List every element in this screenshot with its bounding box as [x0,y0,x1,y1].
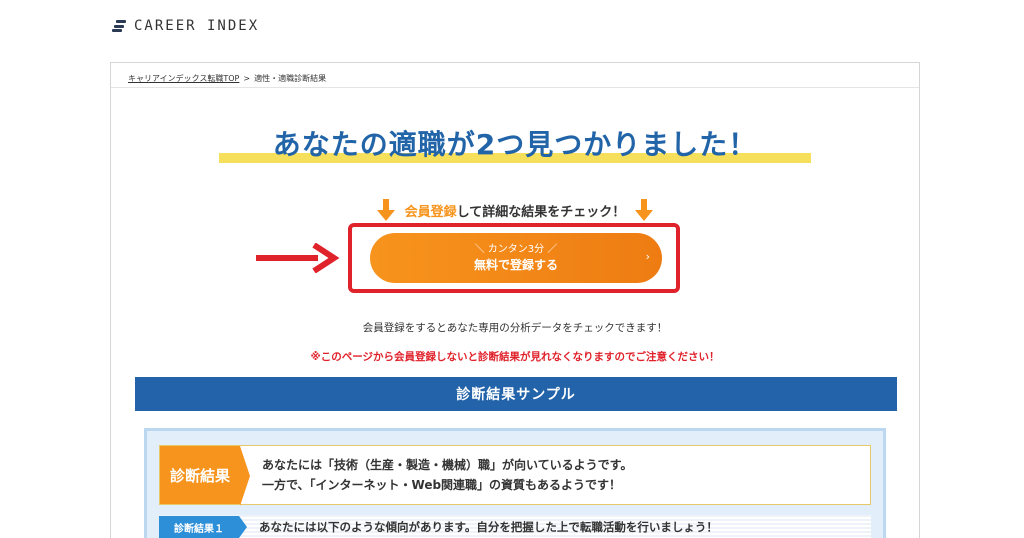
result-text: あなたには「技術（生産・製造・機械）職」が向いているようです。 一方で、「インタ… [240,446,632,504]
cta-accent: 会員登録 [404,204,457,220]
career-index-logo-icon [112,20,126,32]
breadcrumb-separator: > [243,74,251,83]
result-line-2: 一方で、「インターネット・Web関連職」の資質もあるようです！ [262,478,622,492]
result-line-1: あなたには「技術（生産・製造・機械）職」が向いているようです。 [262,458,633,472]
site-logo[interactable]: CAREER INDEX [112,18,259,34]
warning-text: ※このページから会員登録しないと診断結果が見れなくなりますのでご注意ください！ [310,351,720,363]
register-highlight-frame: ＼ カンタン3分 ／ 無料で登録する › [348,223,680,293]
cta-line: 会員登録して詳細な結果をチェック！ [111,199,919,221]
right-arrow-icon [256,243,340,273]
result-row-tag: 診断結果１ [159,516,247,538]
sample-result-card: 診断結果 あなたには「技術（生産・製造・機械）職」が向いているようです。 一方で… [159,445,871,506]
breadcrumb-current: 適性・適職診断結果 [254,74,327,83]
result-row-text: あなたには以下のような傾向があります。自分を把握した上で転職活動を行いましょう！ [259,520,718,534]
breadcrumb-home-link[interactable]: キャリアインデックス転職TOP [128,73,239,84]
sample-result-box: 診断結果 あなたには「技術（生産・製造・機械）職」が向いているようです。 一方で… [144,428,886,538]
page-title: あなたの適職が2つ見つかりました！ [272,128,758,161]
breadcrumb-divider [111,87,919,88]
info-text: 会員登録をするとあなた専用の分析データをチェックできます！ [362,322,668,334]
sample-title-bar: 診断結果サンプル [135,377,897,411]
register-sub-label: ＼ カンタン3分 ／ [474,244,558,255]
breadcrumb: キャリアインデックス転職TOP > 適性・適職診断結果 [128,73,326,84]
logo-text: CAREER INDEX [134,18,260,34]
chevron-right-icon: › [645,250,650,263]
down-arrow-icon [635,199,654,221]
cta-rest: して詳細な結果をチェック！ [456,204,626,220]
cta-text: 会員登録して詳細な結果をチェック！ [405,201,626,220]
result-tag: 診断結果 [160,446,250,506]
register-main-label: 無料で登録する [473,258,558,272]
down-arrow-icon [376,199,395,221]
free-register-button[interactable]: ＼ カンタン3分 ／ 無料で登録する › [370,233,662,283]
headline-block: あなたの適職が2つ見つかりました！ [219,125,811,165]
main-panel: キャリアインデックス転職TOP > 適性・適職診断結果 あなたの適職が2つ見つか… [110,62,920,538]
result-row-1: 診断結果１ あなたには以下のような傾向があります。自分を把握した上で転職活動を行… [159,515,871,538]
